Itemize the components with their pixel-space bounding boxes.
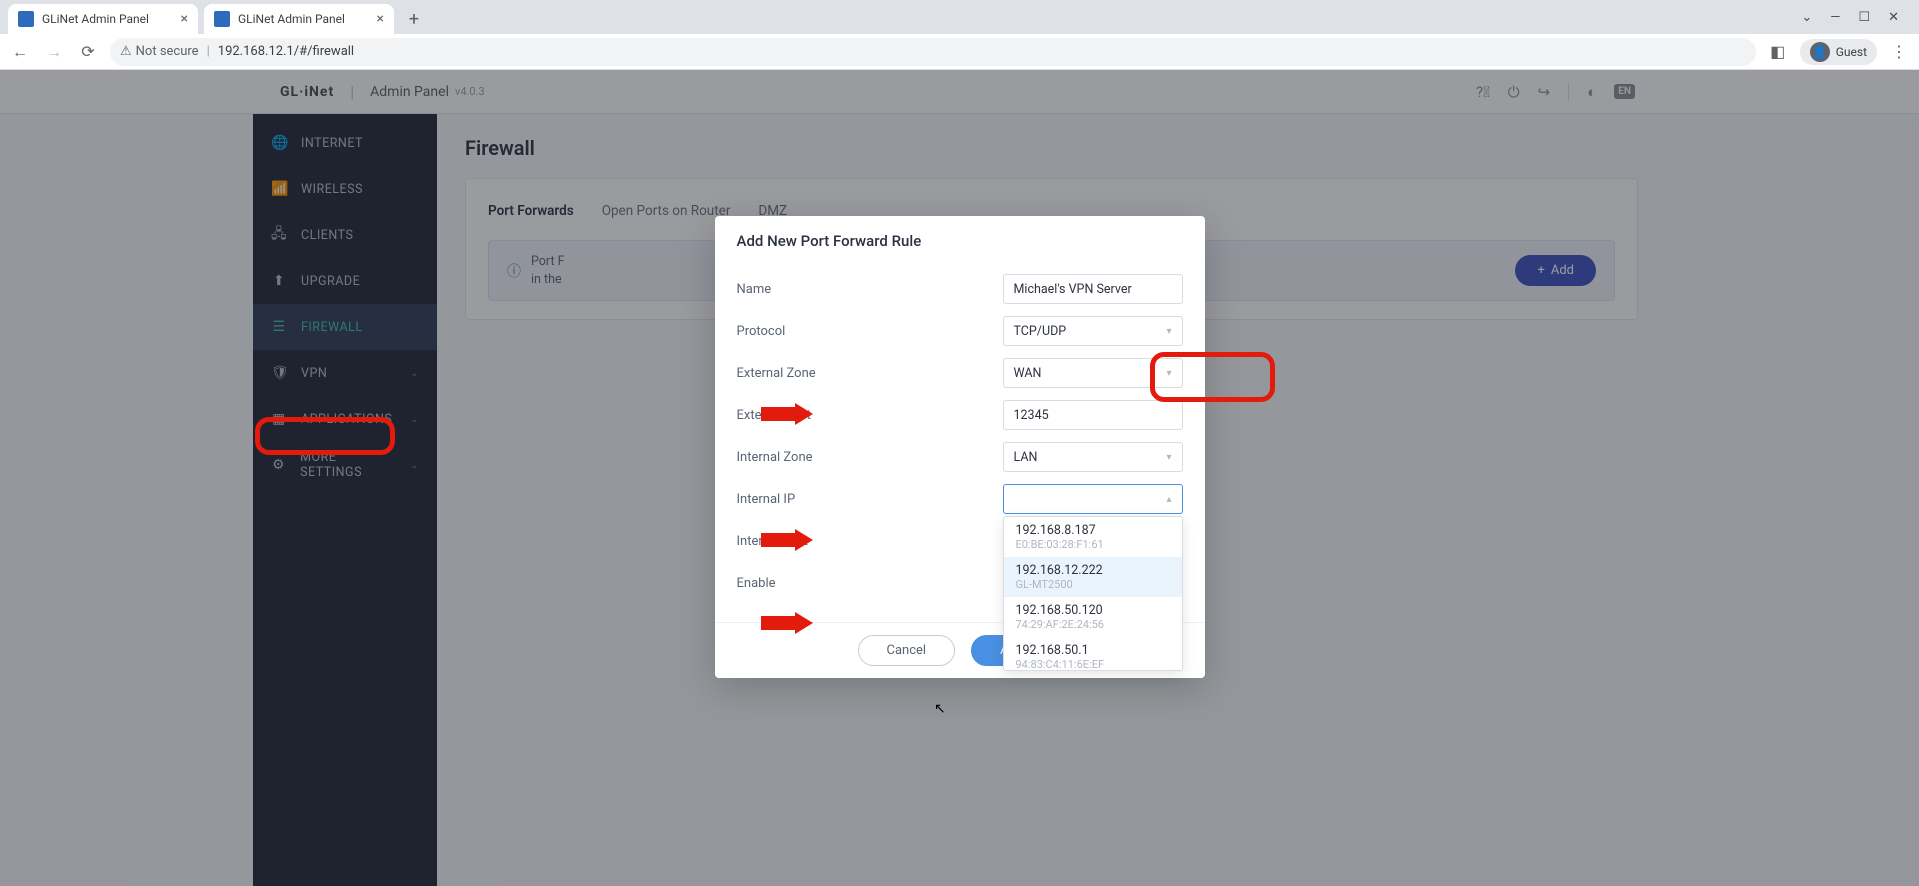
row-protocol: Protocol TCP/UDP ▾ bbox=[737, 310, 1183, 352]
maximize-icon[interactable]: ☐ bbox=[1858, 10, 1870, 25]
new-tab-button[interactable]: + bbox=[400, 5, 428, 33]
name-label: Name bbox=[737, 282, 1003, 297]
int-ip-select[interactable]: ▴ bbox=[1003, 484, 1183, 514]
browser-chrome: GLiNet Admin Panel × GLiNet Admin Panel … bbox=[0, 0, 1919, 70]
enable-label: Enable bbox=[737, 576, 1003, 591]
avatar-icon: 👤 bbox=[1810, 42, 1830, 62]
favicon bbox=[214, 11, 230, 27]
favicon bbox=[18, 11, 34, 27]
viewport: GL·iNet | Admin Panel v4.0.3 ?⃝ ⏻ ↪ ◐ EN… bbox=[0, 70, 1919, 886]
address-separator: | bbox=[207, 44, 210, 59]
warning-icon: ⚠ bbox=[120, 44, 132, 59]
ip-option[interactable]: 192.168.8.187 E0:BE:03:28:F1:61 bbox=[1004, 517, 1182, 557]
row-name: Name bbox=[737, 268, 1183, 310]
chevron-down-icon: ▾ bbox=[1166, 326, 1171, 337]
minimize-icon[interactable]: — bbox=[1830, 10, 1840, 25]
int-ip-dropdown: 192.168.8.187 E0:BE:03:28:F1:61192.168.1… bbox=[1003, 516, 1183, 671]
ext-port-label: External Port bbox=[737, 408, 1003, 423]
ip-option-mac: 94:83:C4:11:6E:EF bbox=[1016, 658, 1170, 671]
chevron-down-icon[interactable]: ⌄ bbox=[1801, 10, 1812, 25]
close-window-icon[interactable]: ✕ bbox=[1888, 10, 1899, 25]
close-icon[interactable]: × bbox=[377, 11, 384, 27]
row-ext-zone: External Zone WAN ▾ bbox=[737, 352, 1183, 394]
chevron-down-icon: ▾ bbox=[1166, 452, 1171, 463]
profile-button[interactable]: 👤 Guest bbox=[1800, 39, 1877, 65]
kebab-menu-icon[interactable]: ⋮ bbox=[1887, 42, 1911, 61]
ip-option-address: 192.168.8.187 bbox=[1016, 523, 1170, 538]
url-text: 192.168.12.1/#/firewall bbox=[218, 44, 354, 59]
ip-option-mac: GL-MT2500 bbox=[1016, 578, 1170, 591]
address-bar[interactable]: ⚠ Not secure | 192.168.12.1/#/firewall bbox=[110, 38, 1756, 66]
port-forward-modal: Add New Port Forward Rule Name Protocol … bbox=[715, 216, 1205, 678]
ip-option[interactable]: 192.168.50.1 94:83:C4:11:6E:EF bbox=[1004, 637, 1182, 671]
chevron-down-icon: ▾ bbox=[1166, 368, 1171, 379]
ip-option-address: 192.168.12.222 bbox=[1016, 563, 1170, 578]
int-port-label: Internal Port bbox=[737, 534, 1003, 549]
window-controls: ⌄ — ☐ ✕ bbox=[1801, 10, 1911, 25]
ip-option-mac: E0:BE:03:28:F1:61 bbox=[1016, 538, 1170, 551]
protocol-select[interactable]: TCP/UDP ▾ bbox=[1003, 316, 1183, 346]
address-bar-row: ← → ⟳ ⚠ Not secure | 192.168.12.1/#/fire… bbox=[0, 34, 1919, 70]
ext-zone-label: External Zone bbox=[737, 366, 1003, 381]
int-ip-label: Internal IP bbox=[737, 492, 1003, 507]
ip-option-address: 192.168.50.120 bbox=[1016, 603, 1170, 618]
row-ext-port: External Port bbox=[737, 394, 1183, 436]
not-secure-warning[interactable]: ⚠ Not secure bbox=[120, 44, 199, 59]
tab-title: GLiNet Admin Panel bbox=[238, 12, 369, 26]
name-input[interactable] bbox=[1003, 274, 1183, 304]
back-icon[interactable]: ← bbox=[8, 42, 32, 62]
reload-icon[interactable]: ⟳ bbox=[76, 42, 100, 61]
modal-body: Name Protocol TCP/UDP ▾ External Zone bbox=[715, 258, 1205, 622]
row-int-ip: Internal IP ▴ 192.168.8.187 E0:BE:03:28:… bbox=[737, 478, 1183, 520]
browser-tab[interactable]: GLiNet Admin Panel × bbox=[204, 4, 394, 34]
browser-tab[interactable]: GLiNet Admin Panel × bbox=[8, 4, 198, 34]
ext-zone-select[interactable]: WAN ▾ bbox=[1003, 358, 1183, 388]
panel-icon[interactable]: ◧ bbox=[1766, 42, 1790, 61]
ip-option-mac: 74:29:AF:2E:24:56 bbox=[1016, 618, 1170, 631]
cancel-button[interactable]: Cancel bbox=[858, 635, 956, 666]
int-zone-select[interactable]: LAN ▾ bbox=[1003, 442, 1183, 472]
int-zone-label: Internal Zone bbox=[737, 450, 1003, 465]
tab-strip: GLiNet Admin Panel × GLiNet Admin Panel … bbox=[0, 0, 1919, 34]
tab-title: GLiNet Admin Panel bbox=[42, 12, 173, 26]
chevron-up-icon: ▴ bbox=[1166, 494, 1171, 505]
modal-title: Add New Port Forward Rule bbox=[715, 216, 1205, 258]
ext-port-input[interactable] bbox=[1003, 400, 1183, 430]
ip-option[interactable]: 192.168.50.120 74:29:AF:2E:24:56 bbox=[1004, 597, 1182, 637]
close-icon[interactable]: × bbox=[181, 11, 188, 27]
ip-option-address: 192.168.50.1 bbox=[1016, 643, 1170, 658]
ip-option[interactable]: 192.168.12.222 GL-MT2500 bbox=[1004, 557, 1182, 597]
row-int-zone: Internal Zone LAN ▾ bbox=[737, 436, 1183, 478]
protocol-label: Protocol bbox=[737, 324, 1003, 339]
modal-overlay: Add New Port Forward Rule Name Protocol … bbox=[0, 70, 1919, 886]
forward-icon[interactable]: → bbox=[42, 42, 66, 62]
